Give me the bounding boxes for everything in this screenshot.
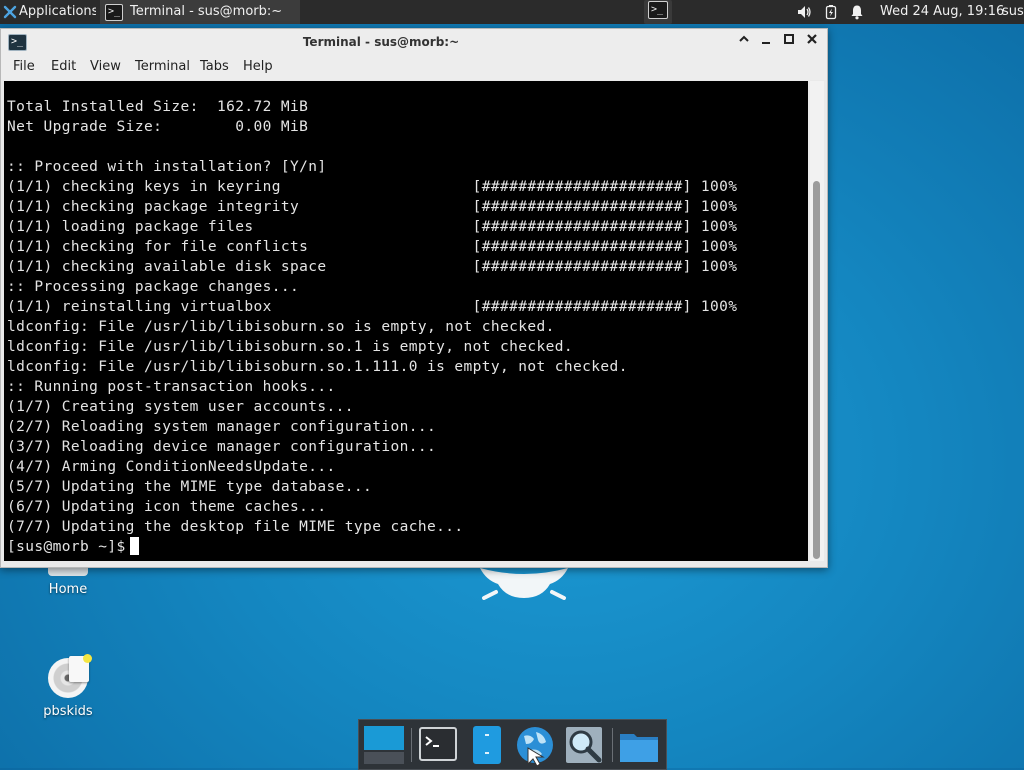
terminal-line: (1/1) checking package integrity [######… xyxy=(7,199,738,215)
terminal-line: (2/7) Reloading system manager configura… xyxy=(7,419,437,435)
menu-terminal[interactable]: Terminal xyxy=(135,55,190,79)
terminal-output[interactable]: Total Installed Size: 162.72 MiB Net Upg… xyxy=(4,81,808,561)
minimize-button[interactable] xyxy=(757,33,775,51)
terminal-line: (1/1) loading package files [###########… xyxy=(7,219,738,235)
terminal-cursor xyxy=(129,537,139,555)
menu-tabs[interactable]: Tabs xyxy=(200,55,229,79)
terminal-prompt: [sus@morb ~]$ xyxy=(7,539,126,555)
terminal-line: :: Proceed with installation? [Y/n] xyxy=(7,159,327,175)
terminal-line: Total Installed Size: 162.72 MiB xyxy=(7,99,309,115)
terminal-line: (3/7) Reloading device manager configura… xyxy=(7,439,437,455)
terminal-icon: >_ xyxy=(105,4,123,21)
badge-dot-icon xyxy=(83,654,92,663)
top-panel: Applications >_ Terminal - sus@morb:~ >_… xyxy=(0,0,1024,24)
terminal-line: ldconfig: File /usr/lib/libisoburn.so is… xyxy=(7,319,555,335)
close-button[interactable] xyxy=(803,33,821,51)
wallpaper-mouse-icon xyxy=(480,568,568,600)
terminal-window: >_ Terminal - sus@morb:~ File Edit View … xyxy=(0,28,828,568)
taskbar-terminal-label: Terminal - sus@morb:~ xyxy=(130,4,283,19)
terminal-line: ldconfig: File /usr/lib/libisoburn.so.1 … xyxy=(7,339,574,355)
applications-menu[interactable]: Applications xyxy=(0,0,96,24)
window-titlebar[interactable]: >_ Terminal - sus@morb:~ xyxy=(1,29,827,55)
terminal-icon: >_ xyxy=(648,1,668,19)
taskbar-terminal-button[interactable]: >_ Terminal - sus@morb:~ xyxy=(100,0,300,24)
chevron-up-icon xyxy=(739,35,749,42)
terminal-line: :: Processing package changes... xyxy=(7,279,300,295)
terminal-line: (7/7) Updating the desktop file MIME typ… xyxy=(7,519,464,535)
menu-edit[interactable]: Edit xyxy=(51,55,76,79)
terminal-lines: Total Installed Size: 162.72 MiB Net Upg… xyxy=(7,97,737,557)
maximize-icon xyxy=(784,34,794,44)
terminal-scrollbar[interactable] xyxy=(810,81,824,561)
terminal-line: (1/1) checking keys in keyring [########… xyxy=(7,179,738,195)
folder-icon[interactable] xyxy=(618,724,660,766)
dock-separator xyxy=(411,728,412,762)
menu-file[interactable]: File xyxy=(13,55,35,79)
desktop-icon-home-label: Home xyxy=(48,582,88,597)
terminal-line: :: Running post-transaction hooks... xyxy=(7,379,336,395)
web-browser-icon[interactable] xyxy=(514,724,556,766)
scrollbar-thumb[interactable] xyxy=(813,181,820,559)
terminal-line: (1/1) checking available disk space [###… xyxy=(7,259,738,275)
show-desktop-icon[interactable] xyxy=(363,724,405,766)
dock-panel xyxy=(358,719,667,770)
terminal-line: (1/1) checking for file conflicts [#####… xyxy=(7,239,738,255)
terminal-line: (4/7) Arming ConditionNeedsUpdate... xyxy=(7,459,336,475)
battery-charging-icon[interactable] xyxy=(823,4,839,20)
speaker-icon[interactable] xyxy=(796,4,812,20)
clock[interactable]: Wed 24 Aug, 19:16 xyxy=(880,0,1004,24)
menu-bar: File Edit View Terminal Tabs Help xyxy=(1,55,827,80)
terminal-line: ldconfig: File /usr/lib/libisoburn.so.1.… xyxy=(7,359,628,375)
applications-label: Applications xyxy=(19,4,96,19)
menu-help[interactable]: Help xyxy=(243,55,273,79)
terminal-prompt-line: [sus@morb ~]$ xyxy=(7,537,737,557)
file-manager-icon[interactable] xyxy=(466,724,508,766)
terminal-line: (1/7) Creating system user accounts... xyxy=(7,399,354,415)
xfce-mouse-icon xyxy=(3,5,17,19)
roll-up-button[interactable] xyxy=(735,33,753,51)
dock-separator xyxy=(612,728,613,762)
terminal-icon[interactable] xyxy=(417,724,459,766)
desktop-icon-pbskids-label: pbskids xyxy=(43,704,93,719)
maximize-button[interactable] xyxy=(780,33,798,51)
user-label[interactable]: sus xyxy=(1002,0,1024,24)
terminal-launcher-button[interactable]: >_ xyxy=(644,0,672,24)
terminal-line: (5/7) Updating the MIME type database... xyxy=(7,479,373,495)
terminal-line: Net Upgrade Size: 0.00 MiB xyxy=(7,119,309,135)
menu-view[interactable]: View xyxy=(90,55,121,79)
terminal-line: (6/7) Updating icon theme caches... xyxy=(7,499,327,515)
terminal-line: (1/1) reinstalling virtualbox [#########… xyxy=(7,299,738,315)
bell-icon[interactable] xyxy=(849,4,865,20)
close-icon xyxy=(807,34,817,44)
window-title: Terminal - sus@morb:~ xyxy=(302,35,460,49)
minimize-icon xyxy=(762,42,770,44)
app-finder-icon[interactable] xyxy=(563,724,605,766)
